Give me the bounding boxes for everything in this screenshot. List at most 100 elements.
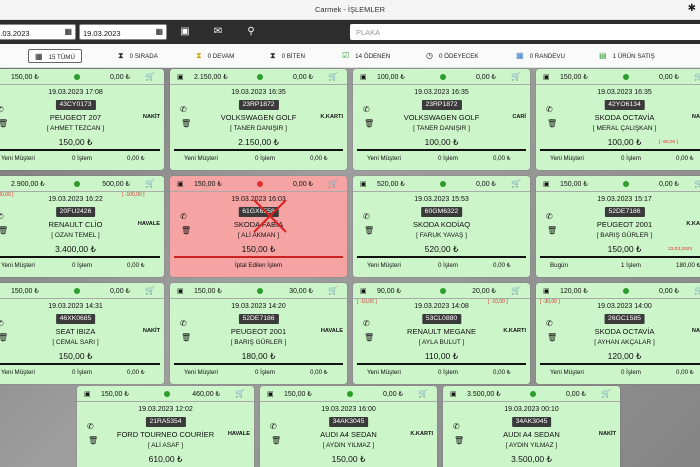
cart-icon[interactable]: 🛒 [235, 389, 245, 398]
cart-icon[interactable]: 🛒 [694, 179, 700, 188]
search-icon[interactable]: ⚲ [244, 25, 258, 39]
cart-icon[interactable]: 🛒 [694, 286, 700, 295]
customer-status: Yeni Müşteri [550, 155, 584, 162]
footer-amount: 0,00 ₺ [127, 262, 145, 269]
register-icon[interactable]: ▣ [0, 73, 1, 81]
filter-in-progress[interactable]: ⧗ 0 DEVAM [196, 49, 234, 63]
card-date: 19.03.2023 16:35 [414, 89, 469, 96]
card-date: 19.03.2023 16:35 [597, 89, 652, 96]
right-amount: 0,00 ₺ [658, 181, 679, 188]
register-icon[interactable]: ▣ [360, 73, 367, 81]
left-amount: 150,00 ₺ [560, 74, 588, 81]
cart-icon[interactable]: 🛒 [694, 72, 700, 81]
register-icon[interactable]: ▣ [360, 180, 367, 188]
register-icon[interactable]: ▣ [0, 287, 1, 295]
customer-status: Yeni Müşteri [1, 262, 35, 269]
register-icon[interactable]: ▣ [543, 73, 550, 81]
cart-icon[interactable]: 🛒 [145, 286, 155, 295]
plate-badge: 23RP1872 [421, 100, 462, 110]
filter-queued[interactable]: ⧗ 0 SIRADA [118, 49, 158, 63]
register-icon[interactable]: ▣ [177, 73, 184, 81]
transaction-count: 1 İşlem [621, 262, 641, 269]
filter-product-sale[interactable]: ▤ 1 ÜRÜN SATIŞ [599, 49, 655, 63]
transaction-card[interactable]: ▣ 150,00 ₺ 0,00 ₺ 🛒 19.03.2023 14:31 46XK0685… [0, 283, 164, 384]
register-icon[interactable]: ▣ [543, 180, 550, 188]
filter-finished[interactable]: ⧗ 0 BİTEN [270, 49, 305, 63]
plate-badge: 34AK3045 [511, 417, 552, 427]
transaction-card[interactable]: ▣ 150,00 ₺ 460,00 ₺ 🛒 19.03.2023 12:02 21RA53… [77, 386, 254, 467]
right-amount: 460,00 ₺ [192, 391, 220, 398]
transaction-card[interactable]: ▣ 150,00 ₺ 0,00 ₺ 🛒 19.03.2023 16:00 34AK3045… [260, 386, 437, 467]
filter-to-pay[interactable]: ◷ 0 ÖDEYECEK [426, 49, 479, 63]
cart-icon[interactable]: 🛒 [511, 72, 521, 81]
register-icon[interactable]: ▣ [84, 390, 91, 398]
register-icon[interactable]: ▣ [177, 180, 184, 188]
transaction-card[interactable]: ▣ 100,00 ₺ 0,00 ₺ 🛒 19.03.2023 16:35 23RP1872… [353, 69, 530, 170]
register-icon[interactable]: ▣ [450, 390, 457, 398]
cart-icon[interactable]: 🛒 [511, 179, 521, 188]
cancelled-cross-icon [253, 199, 287, 233]
register-icon[interactable]: ▣ [177, 287, 184, 295]
register-icon[interactable]: ▣ [178, 25, 192, 39]
footer-amount: 180,00 ₺ [676, 262, 700, 269]
plate-badge: 34AK3045 [328, 417, 369, 427]
gear-icon[interactable]: ✱ [688, 3, 696, 14]
register-icon[interactable]: ▣ [360, 287, 367, 295]
cart-icon[interactable]: 🛒 [328, 179, 338, 188]
customer-name: [ AYLA BULUT ] [418, 339, 465, 346]
status-dot [440, 288, 446, 294]
payment-type: NAKİT [691, 114, 700, 120]
date-from-input[interactable]: 19.03.2023 ▦ [0, 24, 76, 40]
transaction-card[interactable]: ▣ 150,00 ₺ 0,00 ₺ 🛒 19.03.2023 15:17 52DE7186… [536, 176, 700, 277]
register-icon[interactable]: ▣ [543, 287, 550, 295]
cart-icon[interactable]: 🛒 [145, 179, 155, 188]
plate-search-input[interactable]: PLAKA [350, 24, 700, 40]
filter-appointment[interactable]: ▦ 0 RANDEVU [516, 49, 565, 63]
transaction-card[interactable]: ▣2.900,00 ₺500,00 ₺🛒[ -100,00 ][ -100,00… [0, 176, 164, 277]
customer-name: [ AYDIN YILMAZ ] [505, 442, 558, 449]
transaction-count: 0 İşlem [621, 369, 641, 376]
total-price: 150,00 ₺ [58, 351, 93, 361]
calendar-icon[interactable]: ▦ [155, 27, 163, 36]
cart-icon[interactable]: 🛒 [328, 72, 338, 81]
total-price: 120,00 ₺ [607, 351, 642, 361]
transaction-card[interactable]: ▣ 120,00 ₺ 0,00 ₺ 🛒[ -30,00 ] 19.03.2023 14:… [536, 283, 700, 384]
card-date: 19.03.2023 16:35 [231, 89, 286, 96]
cart-icon[interactable]: 🛒 [601, 389, 611, 398]
filter-all[interactable]: ▦ 15 TÜMÜ [28, 49, 82, 63]
transaction-card[interactable]: ▣ 150,00 ₺ 0,00 ₺ 🛒 19.03.2023 16:35 42YO6134… [536, 69, 700, 170]
plate-badge: 60GM6322 [420, 207, 463, 217]
customer-name: [ TANER DANIŞIR ] [230, 125, 287, 132]
footer-amount: 0,00 ₺ [127, 155, 145, 162]
payment-type: NAKİT [691, 328, 700, 334]
clock-icon: ◷ [426, 51, 433, 60]
cart-icon[interactable]: 🛒 [145, 72, 155, 81]
transaction-card[interactable]: ▣ 90,00 ₺ 20,00 ₺ 🛒[ -10,00 ][ -10,00 ] 19.0… [353, 283, 530, 384]
plate-badge: 43CY0173 [55, 100, 96, 110]
status-dot [257, 288, 263, 294]
filter-paid[interactable]: ☑ 14 ÖDENEN [342, 49, 390, 63]
transaction-card[interactable]: ▣ 150,00 ₺ 0,00 ₺ 🛒 19.03.2023 16:03 61GX6558… [170, 176, 347, 277]
cart-icon[interactable]: 🛒 [418, 389, 428, 398]
transaction-count: 0 İşlem [438, 155, 458, 162]
cart-icon[interactable]: 🛒 [328, 286, 338, 295]
transaction-card[interactable]: ▣ 3.500,00 ₺ 0,00 ₺ 🛒 19.03.2023 00:10 34AK30… [443, 386, 620, 467]
mail-icon[interactable]: ✉ [211, 25, 225, 39]
separator-line [174, 149, 343, 151]
customer-name: [ MERAL ÇALIŞKAN ] [592, 125, 657, 132]
vehicle-model: PEUGEOT 207 [49, 113, 102, 122]
register-icon[interactable]: ▣ [267, 390, 274, 398]
plate-badge: 42YO6134 [604, 100, 645, 110]
status-dot [257, 181, 263, 187]
transaction-card[interactable]: ▣ 2.150,00 ₺ 0,00 ₺ 🛒 19.03.2023 16:35 23RP18… [170, 69, 347, 170]
transaction-card[interactable]: ▣ 520,00 ₺ 0,00 ₺ 🛒 19.03.2023 15:53 60GM6322… [353, 176, 530, 277]
total-price: 110,00 ₺ [424, 351, 459, 361]
transaction-card[interactable]: ▣ 150,00 ₺ 30,00 ₺ 🛒 19.03.2023 14:20 52DE718… [170, 283, 347, 384]
transaction-card[interactable]: ▣ 150,00 ₺ 0,00 ₺ 🛒 19.03.2023 17:08 43CY0173… [0, 69, 164, 170]
total-price: 150,00 ₺ [331, 454, 366, 464]
date-to-input[interactable]: 19.03.2023 ▦ [79, 24, 167, 40]
cart-icon[interactable]: 🛒 [511, 286, 521, 295]
register-icon[interactable]: ▣ [0, 180, 1, 188]
calendar-icon[interactable]: ▦ [64, 27, 72, 36]
footer-amount: 0,00 ₺ [493, 262, 511, 269]
